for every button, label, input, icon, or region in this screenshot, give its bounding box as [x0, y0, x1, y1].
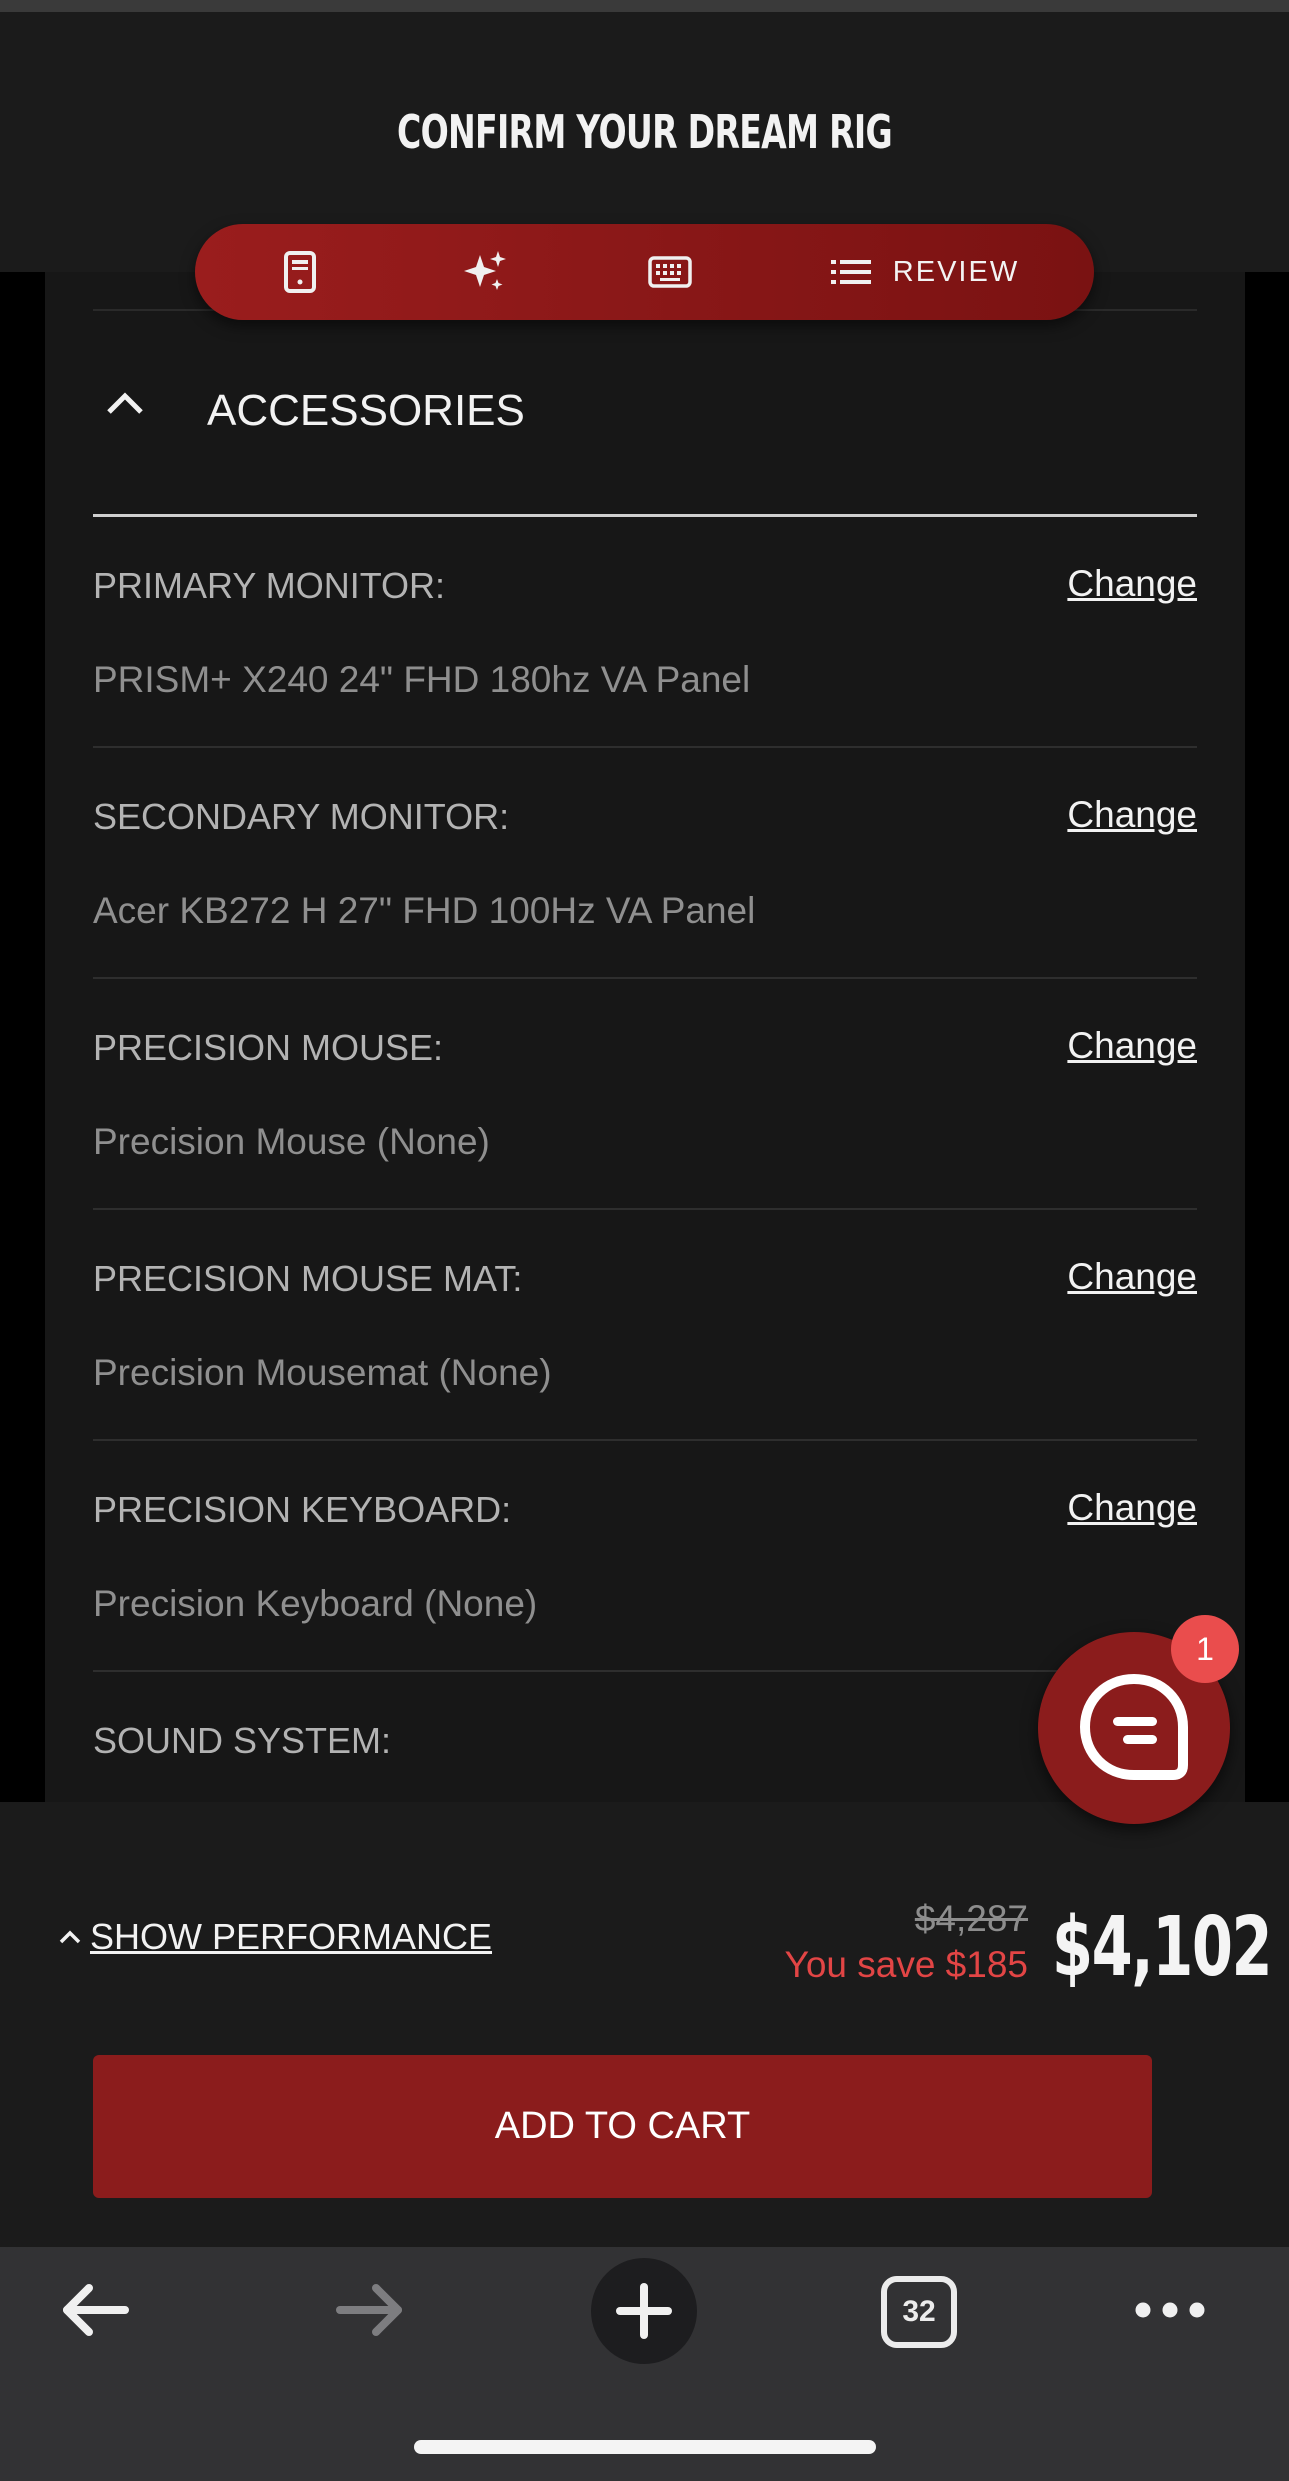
change-link[interactable]: Change: [1067, 563, 1197, 605]
total-price: $4,102: [1052, 1900, 1273, 1995]
plus-icon: [616, 2283, 672, 2339]
arrow-left-icon: [63, 2284, 129, 2336]
change-link[interactable]: Change: [1067, 1025, 1197, 1067]
page-gutter-right: [1245, 272, 1289, 1802]
item-value: Acer KB272 H 27" FHD 100Hz VA Panel: [93, 890, 756, 931]
accessory-row-mouse-mat: PRECISION MOUSE MAT: Change Precision Mo…: [93, 1210, 1197, 1441]
page-title: CONFIRM YOUR DREAM RIG: [397, 105, 893, 159]
step-navigation: REVIEW: [195, 224, 1094, 320]
step-case[interactable]: [215, 224, 385, 320]
accessory-row-sound-system: SOUND SYSTEM:: [93, 1672, 1197, 1802]
step-review[interactable]: REVIEW: [775, 224, 1075, 320]
more-icon: [1135, 2302, 1205, 2318]
savings-text: You save $185: [784, 1944, 1028, 1985]
tabs-count-button[interactable]: 32: [881, 2276, 957, 2348]
accessory-row-keyboard: PRECISION KEYBOARD: Change Precision Key…: [93, 1441, 1197, 1672]
sparkle-icon: [464, 251, 506, 290]
item-label: PRECISION MOUSE:: [93, 1027, 444, 1068]
notification-badge: 1: [1171, 1615, 1239, 1683]
new-tab-button[interactable]: [591, 2258, 697, 2364]
show-performance-toggle[interactable]: SHOW PERFORMANCE: [58, 1916, 492, 1958]
item-value: Precision Mouse (None): [93, 1121, 490, 1162]
change-link[interactable]: Change: [1067, 1256, 1197, 1298]
step-peripherals[interactable]: [585, 224, 755, 320]
item-label: PRIMARY MONITOR:: [93, 565, 446, 606]
home-indicator: [414, 2440, 876, 2454]
item-label: PRECISION MOUSE MAT:: [93, 1258, 523, 1299]
pc-case-icon: [284, 251, 316, 293]
more-menu-button[interactable]: [1130, 2290, 1210, 2330]
accessory-row-secondary-monitor: SECONDARY MONITOR: Change Acer KB272 H 2…: [93, 748, 1197, 979]
step-customize[interactable]: [400, 224, 570, 320]
keyboard-icon: [648, 256, 692, 288]
change-link[interactable]: Change: [1067, 794, 1197, 836]
list-icon: [830, 260, 871, 284]
item-label: PRECISION KEYBOARD:: [93, 1489, 512, 1530]
accessories-section-header[interactable]: ACCESSORIES: [93, 360, 1197, 460]
forward-button[interactable]: [330, 2280, 410, 2340]
change-link[interactable]: Change: [1067, 1487, 1197, 1529]
arrow-right-icon: [336, 2284, 402, 2336]
item-label: SOUND SYSTEM:: [93, 1720, 392, 1761]
add-to-cart-button[interactable]: ADD TO CART: [93, 2055, 1152, 2198]
chat-icon: [1079, 1673, 1188, 1780]
original-price: $4,287: [914, 1898, 1028, 1939]
show-performance-label: SHOW PERFORMANCE: [90, 1916, 493, 1957]
back-button[interactable]: [55, 2280, 135, 2340]
accessory-row-primary-monitor: PRIMARY MONITOR: Change PRISM+ X240 24" …: [93, 517, 1197, 748]
page-gutter-left: [0, 272, 45, 1802]
top-status-strip: [0, 0, 1289, 12]
item-value: Precision Keyboard (None): [93, 1583, 538, 1624]
chevron-up-icon: [59, 1930, 81, 1944]
section-title: ACCESSORIES: [207, 386, 525, 435]
chevron-up-icon: [107, 392, 143, 414]
item-value: PRISM+ X240 24" FHD 180hz VA Panel: [93, 659, 751, 700]
item-value: Precision Mousemat (None): [93, 1352, 552, 1393]
accessory-row-mouse: PRECISION MOUSE: Change Precision Mouse …: [93, 979, 1197, 1210]
step-review-label: REVIEW: [892, 255, 1020, 288]
item-label: SECONDARY MONITOR:: [93, 796, 510, 837]
